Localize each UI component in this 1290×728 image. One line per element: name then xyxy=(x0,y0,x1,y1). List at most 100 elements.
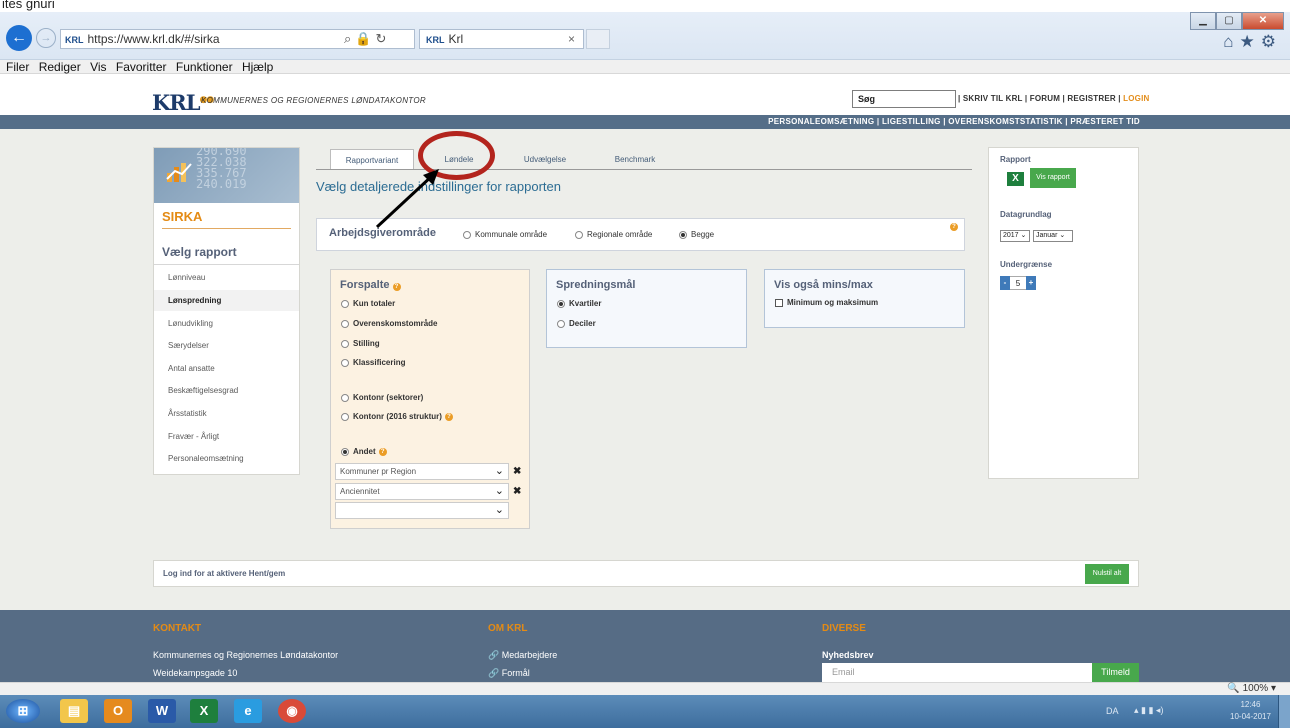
excel-taskbar-icon[interactable]: X xyxy=(190,699,218,723)
remove-x-icon[interactable]: ✖ xyxy=(513,486,521,497)
footer-link-medarbejdere[interactable]: 🔗 Medarbejdere xyxy=(488,650,557,661)
option-deciler[interactable]: Deciler xyxy=(557,319,596,328)
help-icon[interactable]: ? xyxy=(378,447,387,456)
annotation-arrow-icon xyxy=(375,169,439,229)
menu-rediger[interactable]: Rediger xyxy=(39,60,81,74)
minmax-title: Vis også mins/max xyxy=(774,279,873,291)
login-hint[interactable]: Log ind for at aktivere Hent/gem xyxy=(163,569,285,578)
start-button-icon[interactable]: ⊞ xyxy=(6,699,40,723)
option-kontonr-2016[interactable]: Kontonr (2016 struktur)? xyxy=(341,412,453,421)
option-kvartiler[interactable]: Kvartiler xyxy=(557,299,601,308)
sidebar-item-personaleomsaetning[interactable]: Personaleomsætning xyxy=(154,448,299,469)
show-desktop-button[interactable] xyxy=(1278,695,1290,728)
reset-all-button[interactable]: Nulstil alt xyxy=(1085,564,1129,584)
checkbox-min-max[interactable]: Minimum og maksimum xyxy=(775,298,878,307)
help-icon[interactable]: ? xyxy=(950,223,958,231)
login-link[interactable]: LOGIN xyxy=(1123,94,1149,103)
rapport-label: Rapport xyxy=(1000,155,1031,164)
radio-begge[interactable]: Begge xyxy=(679,230,714,239)
menu-funktioner[interactable]: Funktioner xyxy=(176,60,233,74)
word-icon[interactable]: W xyxy=(148,699,176,723)
divider xyxy=(154,264,299,265)
help-icon[interactable]: ? xyxy=(392,283,401,291)
tray-icons[interactable]: ▴ ▮ ▮ ◂) xyxy=(1134,705,1163,716)
forspalte-title: Forspalte? xyxy=(340,279,401,291)
outlook-icon[interactable]: O xyxy=(104,699,132,723)
radio-circle-selected[interactable] xyxy=(679,230,687,239)
sidebar-item-beskaeftigelsesgrad[interactable]: Beskæftigelsesgrad xyxy=(154,380,299,401)
chart-icon xyxy=(166,163,192,182)
new-tab-button[interactable] xyxy=(586,29,610,49)
year-select[interactable]: 2017 ⌄ xyxy=(1000,230,1030,242)
month-select[interactable]: Januar ⌄ xyxy=(1033,230,1073,242)
subscribe-button[interactable]: Tilmeld xyxy=(1092,663,1139,682)
refresh-icon[interactable]: ↻ xyxy=(375,31,390,46)
menu-hjaelp[interactable]: Hjælp xyxy=(242,60,273,74)
site-search-input[interactable]: Søg xyxy=(852,90,956,108)
sidebar-item-lonniveau[interactable]: Lønniveau xyxy=(154,267,299,288)
chevron-down-icon: ⌄ xyxy=(494,465,504,477)
system-clock[interactable]: 12:46 10-04-2017 xyxy=(1230,699,1271,723)
select-empty[interactable]: ⌄ xyxy=(335,502,509,519)
menu-vis[interactable]: Vis xyxy=(90,60,106,74)
select-anciennitet[interactable]: Anciennitet ⌄ xyxy=(335,483,509,500)
footer-link-formaal[interactable]: 🔗 Formål xyxy=(488,668,530,679)
select-kommuner-pr-region[interactable]: Kommuner pr Region ⌄ xyxy=(335,463,509,480)
zoom-level[interactable]: 🔍 100% ▾ xyxy=(1227,683,1276,695)
tab-close-icon[interactable]: × xyxy=(568,30,575,48)
radio-kommunale[interactable]: Kommunale område xyxy=(463,230,547,239)
sidebar-item-lonspredning[interactable]: Lønspredning xyxy=(154,290,299,311)
menu-favoritter[interactable]: Favoritter xyxy=(116,60,167,74)
radio-regionale[interactable]: Regionale område xyxy=(575,230,652,239)
tab-benchmark[interactable]: Benchmark xyxy=(592,149,678,170)
option-stilling[interactable]: Stilling xyxy=(341,339,380,348)
chrome-icon[interactable]: ◉ xyxy=(278,699,306,723)
star-icon[interactable]: ★ xyxy=(1240,32,1261,51)
vis-rapport-button[interactable]: Vis rapport xyxy=(1030,168,1076,188)
radio-circle[interactable] xyxy=(463,230,471,239)
back-arrow-icon[interactable]: ← xyxy=(6,25,32,51)
option-andet[interactable]: Andet? xyxy=(341,447,387,456)
file-explorer-icon[interactable]: ▤ xyxy=(60,699,88,723)
minimize-icon[interactable]: ▁ xyxy=(1190,12,1216,30)
stepper-value[interactable]: 5 xyxy=(1010,276,1026,290)
datagrundlag-label: Datagrundlag xyxy=(1000,210,1052,219)
undergraense-stepper: - 5 + xyxy=(1000,276,1036,290)
sidebar-item-saerydelser[interactable]: Særydelser xyxy=(154,335,299,356)
excel-icon[interactable]: X xyxy=(1007,172,1024,186)
radio-circle[interactable] xyxy=(575,230,583,239)
sidebar-item-fravaer[interactable]: Fravær - Årligt xyxy=(154,426,299,447)
close-window-icon[interactable]: ✕ xyxy=(1242,12,1284,30)
sidebar-item-arsstatistik[interactable]: Årsstatistik xyxy=(154,403,299,424)
option-klassificering[interactable]: Klassificering xyxy=(341,358,405,367)
sidebar-item-lonudvikling[interactable]: Lønudvikling xyxy=(154,313,299,334)
decrement-button[interactable]: - xyxy=(1000,276,1010,290)
increment-button[interactable]: + xyxy=(1026,276,1036,290)
top-links-text[interactable]: | SKRIV TIL KRL | FORUM | REGISTRER | xyxy=(958,94,1121,103)
footer-kontakt-heading: KONTAKT xyxy=(153,623,202,634)
main-navbar[interactable]: PERSONALEOMSÆTNING | LIGESTILLING | OVER… xyxy=(0,115,1290,129)
home-icon[interactable]: ⌂ xyxy=(1223,32,1239,51)
tab-title: Krl xyxy=(448,32,464,46)
option-overenskomstomrade[interactable]: Overenskomstområde xyxy=(341,319,437,328)
language-indicator[interactable]: DA xyxy=(1106,706,1119,716)
link-icon: 🔗 xyxy=(488,650,500,660)
search-icon[interactable]: ⌕ xyxy=(344,31,355,46)
sidebar-title: SIRKA xyxy=(162,209,203,224)
remove-x-icon[interactable]: ✖ xyxy=(513,466,521,477)
address-tools[interactable]: ⌕🔒↻ xyxy=(300,29,415,49)
forward-arrow-icon[interactable]: → xyxy=(36,28,56,48)
help-icon[interactable]: ? xyxy=(444,412,453,421)
sidebar-item-antal-ansatte[interactable]: Antal ansatte xyxy=(154,358,299,379)
newsletter-email-input[interactable]: Email xyxy=(822,663,1092,682)
option-kun-totaler[interactable]: Kun totaler xyxy=(341,299,395,308)
browser-menubar: Filer Rediger Vis Favoritter Funktioner … xyxy=(0,60,1290,74)
tab-udvaelgelse[interactable]: Udvælgelse xyxy=(504,149,586,170)
option-kontonr-sektorer[interactable]: Kontonr (sektorer) xyxy=(341,393,423,402)
gear-icon[interactable]: ⚙ xyxy=(1261,32,1282,51)
maximize-icon[interactable]: ▢ xyxy=(1216,12,1242,30)
menu-filer[interactable]: Filer xyxy=(6,60,29,74)
internet-explorer-icon[interactable]: e xyxy=(234,699,262,723)
browser-tab[interactable]: KRL Krl × xyxy=(419,29,584,49)
checkbox[interactable] xyxy=(775,298,783,307)
